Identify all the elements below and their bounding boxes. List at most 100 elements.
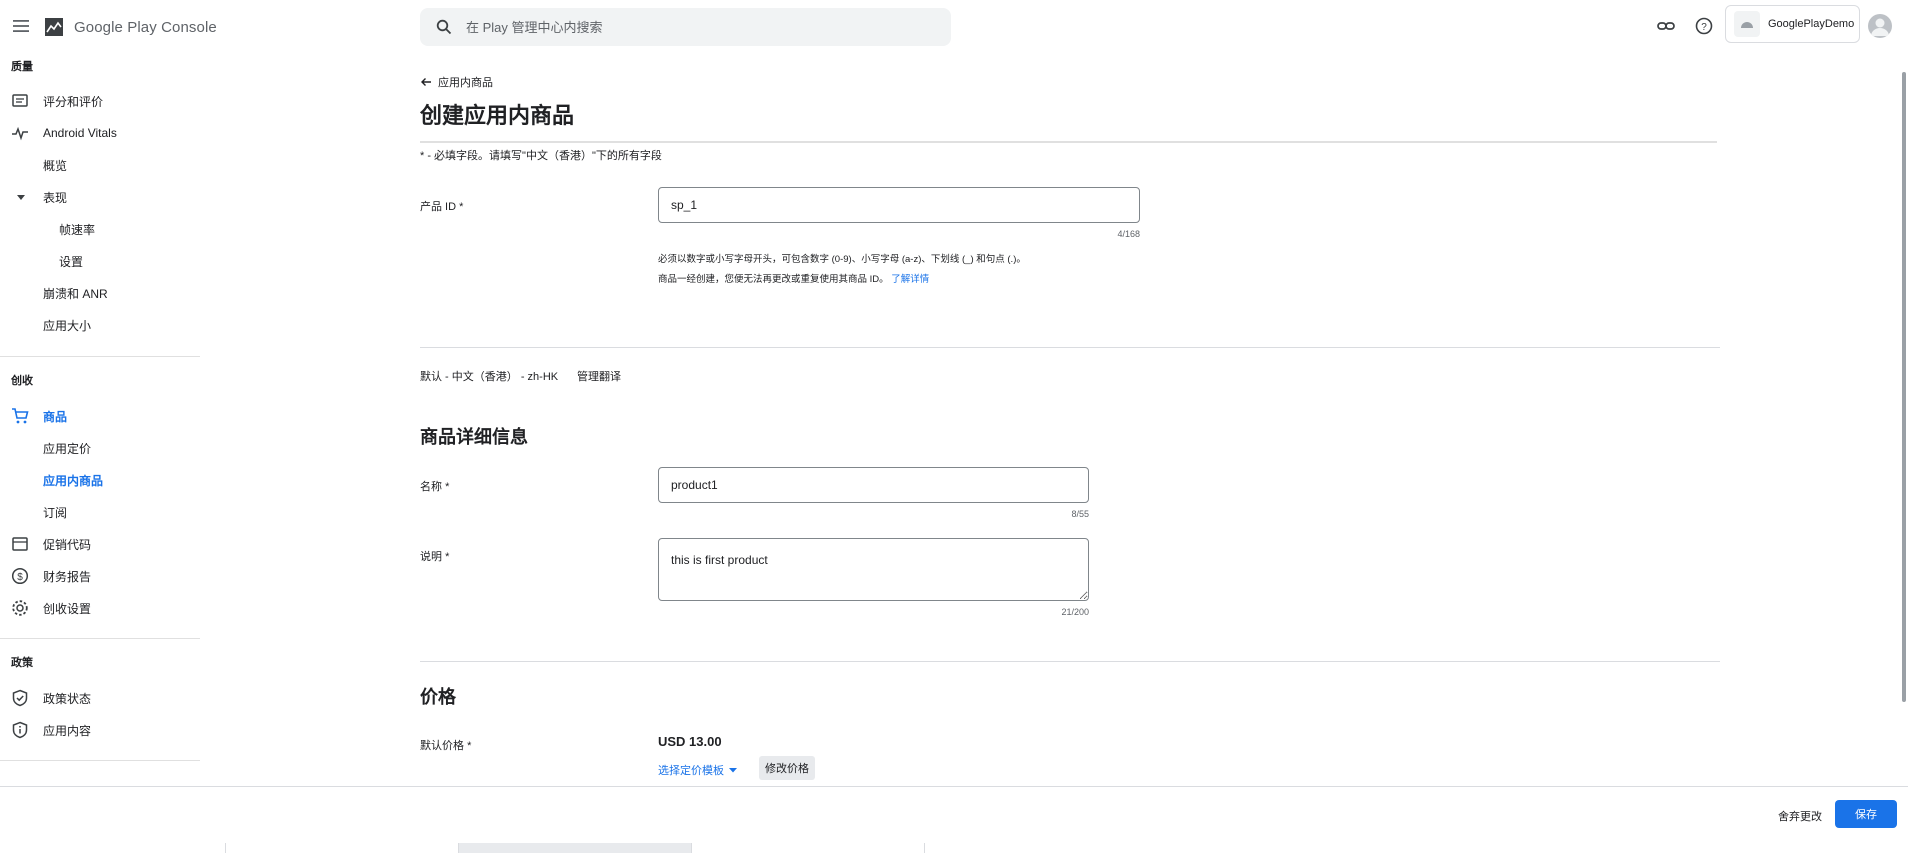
app-account-switcher[interactable]: GooglePlayDemo [1725, 5, 1860, 43]
sidebar-item-label: 应用大小 [43, 318, 92, 333]
sidebar-item-crashes-anr[interactable]: 崩溃和 ANR [0, 279, 200, 307]
edit-price-button[interactable]: 修改价格 [759, 756, 815, 780]
account-name: GooglePlayDemo [1768, 18, 1855, 30]
sidebar-item-app-size[interactable]: 应用大小 [0, 311, 200, 339]
logo-text-play: Google Play [74, 18, 157, 36]
title-divider [420, 141, 1717, 143]
sidebar-item-settings[interactable]: 设置 [0, 247, 200, 275]
sidebar-item-performance[interactable]: 表现 [0, 183, 200, 211]
required-mark: * [445, 551, 450, 563]
name-input[interactable] [658, 467, 1089, 503]
default-price-label-text: 默认价格 [420, 740, 464, 752]
product-id-help-2: 商品一经创建，您便无法再更改或重复使用其商品 ID。 了解详情 [658, 271, 929, 285]
page-scrollbar[interactable] [1902, 72, 1906, 702]
help-icon[interactable]: ? [1694, 16, 1714, 36]
sidebar-item-app-pricing[interactable]: 应用定价 [0, 434, 200, 462]
menu-icon[interactable] [11, 16, 31, 36]
sidebar-divider [0, 760, 200, 761]
strip-tab [924, 843, 1157, 853]
caret-down-icon [17, 195, 25, 200]
sidebar-section-quality: 质量 [11, 61, 33, 73]
required-mark: * [459, 201, 464, 213]
page-title: 创建应用内商品 [420, 103, 575, 128]
android-icon [1734, 11, 1760, 37]
svg-text:$: $ [17, 572, 23, 583]
sidebar-item-financial-reports[interactable]: $ 财务报告 [0, 562, 200, 590]
section-divider [420, 661, 1720, 662]
bottom-strip [0, 840, 1908, 853]
sidebar-item-label: 设置 [59, 254, 84, 269]
sidebar-item-products[interactable]: 商品 [0, 402, 200, 430]
description-label: 说明 * [420, 548, 449, 564]
sidebar-item-subscriptions[interactable]: 订阅 [0, 498, 200, 526]
default-language: 默认 - 中文（香港） - zh-HK [420, 371, 559, 383]
sidebar-item-label: 商品 [43, 409, 68, 424]
avatar[interactable] [1868, 14, 1892, 38]
sidebar-item-label: 应用内容 [43, 723, 92, 738]
sidebar-divider [0, 638, 200, 639]
product-id-counter: 4/168 [1117, 229, 1140, 239]
section-divider [420, 347, 1720, 348]
name-counter: 8/55 [1071, 509, 1089, 519]
search-input[interactable] [466, 19, 946, 35]
sidebar-item-label: 概览 [43, 158, 68, 173]
top-bar: Google Play Console ? GooglePlayDemo [0, 0, 1908, 54]
sidebar-item-app-content[interactable]: 应用内容 [0, 716, 200, 744]
sidebar-item-label: 应用内商品 [43, 473, 104, 488]
shield-check-icon [12, 689, 28, 707]
manage-translations-link[interactable]: 管理翻译 [577, 368, 621, 384]
product-id-label: 产品 ID * [420, 198, 463, 214]
product-id-input[interactable] [658, 187, 1140, 223]
pricing-template-label: 选择定价模板 [658, 765, 724, 777]
required-fields-note: * - 必填字段。请填写"中文（香港）"下的所有字段 [420, 150, 662, 162]
pricing-template-dropdown[interactable]: 选择定价模板 [658, 762, 738, 778]
save-button[interactable]: 保存 [1835, 800, 1897, 828]
search-icon [436, 19, 452, 35]
sidebar-item-ratings[interactable]: 评分和评价 [0, 87, 200, 115]
sidebar-divider [0, 356, 200, 357]
sidebar-item-in-app-products[interactable]: 应用内商品 [0, 466, 200, 494]
sidebar-section-policy: 政策 [11, 657, 33, 669]
sidebar-item-label: 应用定价 [43, 441, 92, 456]
sidebar-item-label: 订阅 [43, 505, 68, 520]
shield-info-icon [12, 721, 28, 739]
cart-icon [12, 408, 29, 424]
product-id-help-text: 商品一经创建，您便无法再更改或重复使用其商品 ID。 [658, 274, 889, 285]
dollar-icon: $ [11, 567, 29, 585]
sidebar-item-label: 帧速率 [59, 222, 96, 237]
discard-changes-button[interactable]: 舍弃更改 [1778, 808, 1822, 824]
sidebar-item-promo-codes[interactable]: 促销代码 [0, 530, 200, 558]
name-label: 名称 * [420, 478, 449, 494]
default-price-label: 默认价格 * [420, 737, 471, 753]
sidebar-item-policy-status[interactable]: 政策状态 [0, 684, 200, 712]
description-label-text: 说明 [420, 551, 442, 563]
bottom-action-bar: 舍弃更改 保存 [0, 786, 1908, 840]
back-link[interactable]: 应用内商品 [420, 74, 493, 90]
sidebar-item-label: 评分和评价 [43, 94, 104, 109]
play-console-logo-icon [45, 18, 63, 36]
sidebar-item-android-vitals[interactable]: Android Vitals [0, 119, 200, 147]
required-mark: * [445, 481, 450, 493]
sidebar-item-frame-rate[interactable]: 帧速率 [0, 215, 200, 243]
google-play-console-logo[interactable]: Google Play Console [42, 14, 217, 40]
learn-more-link[interactable]: 了解详情 [891, 274, 929, 285]
sidebar-section-monetize: 创收 [11, 375, 33, 387]
sidebar: 质量 评分和评价 Android Vitals 概览 表现 帧速率 设置 崩溃和… [0, 54, 200, 784]
arrow-back-icon [421, 78, 431, 86]
sidebar-item-label: Android Vitals [43, 126, 117, 140]
main-content: 应用内商品 创建应用内商品 * - 必填字段。请填写"中文（香港）"下的所有字段… [420, 54, 1720, 784]
sidebar-item-label: 财务报告 [43, 569, 92, 584]
product-id-label-text: 产品 ID [420, 201, 457, 213]
description-textarea[interactable]: this is first product [658, 538, 1089, 601]
strip-tab [458, 843, 691, 853]
svg-text:?: ? [1701, 22, 1707, 33]
sidebar-item-label: 政策状态 [43, 691, 92, 706]
search-bar[interactable] [420, 8, 951, 46]
link-icon[interactable] [1656, 16, 1676, 36]
rating-icon [12, 94, 28, 107]
logo-text: Google Play Console [74, 19, 217, 36]
sidebar-item-monetization-settings[interactable]: 创收设置 [0, 594, 200, 622]
sidebar-item-overview[interactable]: 概览 [0, 151, 200, 179]
vitals-icon [12, 126, 28, 141]
caret-down-icon [729, 768, 737, 773]
